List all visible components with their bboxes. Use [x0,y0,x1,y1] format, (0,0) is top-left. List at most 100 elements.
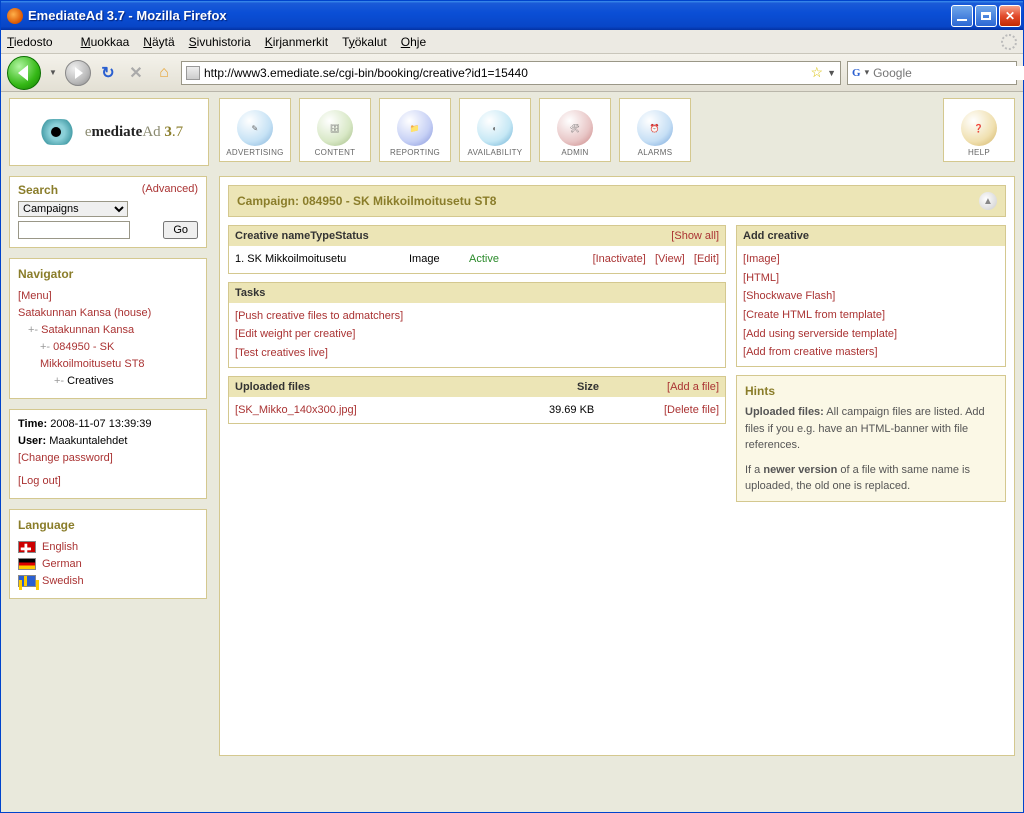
throbber-icon [1001,34,1017,50]
page-icon [186,66,200,80]
lang-german-link[interactable]: German [42,558,82,570]
forward-button[interactable] [65,60,91,86]
search-go-button[interactable]: Go [163,221,198,239]
add-image-link[interactable]: Image [746,253,777,265]
inactivate-link[interactable]: Inactivate [596,253,643,265]
col-size: Size [577,381,667,393]
reload-button[interactable]: ↻ [97,62,119,84]
help-icon: ❓ [961,110,997,146]
url-dropdown-icon[interactable]: ▼ [827,68,836,78]
window-minimize-button[interactable] [951,5,973,27]
back-dropdown[interactable]: ▼ [47,58,59,88]
file-row: [SK_Mikko_140x300.jpg] 39.69 KB [Delete … [235,401,719,420]
nav-reporting[interactable]: 📁REPORTING [379,98,451,162]
eye-icon [35,119,79,145]
add-file-link[interactable]: Add a file [670,381,716,393]
language-title: Language [18,516,198,535]
flag-uk-icon [18,541,36,553]
window-title: EmediateAd 3.7 - Mozilla Firefox [28,8,951,23]
col-type: Type [310,230,335,242]
file-size: 39.69 KB [549,401,639,420]
nav-help[interactable]: ❓HELP [943,98,1015,162]
advertising-icon: ✎ [237,110,273,146]
url-input[interactable] [204,66,807,80]
add-masters-link[interactable]: Add from creative masters [746,346,874,358]
window-maximize-button[interactable] [975,5,997,27]
task-test-link[interactable]: Test creatives live [238,347,325,359]
file-name-link[interactable]: SK_Mikko_140x300.jpg [238,404,354,416]
change-password-link[interactable]: Change password [21,452,110,464]
nav-alarms[interactable]: ⏰ALARMS [619,98,691,162]
add-template-link[interactable]: Create HTML from template [746,309,882,321]
admin-icon: 🛠 [557,110,593,146]
col-creative-name: Creative name [235,230,310,242]
creative-type: Image [409,250,469,269]
tasks-box: Tasks [Push creative files to admatchers… [228,282,726,368]
menu-file[interactable]: Tiedosto [7,35,67,49]
nav-availability[interactable]: ◐AVAILABILITY [459,98,531,162]
url-bar[interactable]: ☆ ▼ [181,61,841,85]
home-button[interactable]: ⌂ [153,62,175,84]
app-logo: emediateAd 3.7 [9,98,209,166]
menu-tools[interactable]: Työkalut [342,35,387,49]
task-push-link[interactable]: Push creative files to admatchers [238,310,400,322]
language-panel: Language English German Swedish [9,509,207,599]
nav-root-link[interactable]: Satakunnan Kansa (house) [18,307,151,319]
nav-menu-link[interactable]: Menu [21,290,49,302]
search-bar[interactable]: G▾ 🔍 [847,61,1017,85]
browser-menubar: Tiedosto Muokkaa Näytä Sivuhistoria Kirj… [1,30,1023,54]
reporting-icon: 📁 [397,110,433,146]
search-category-select[interactable]: Campaigns [18,201,128,217]
nav-content[interactable]: 🗄CONTENT [299,98,371,162]
uploaded-title: Uploaded files [235,381,577,393]
edit-link[interactable]: Edit [697,253,716,265]
add-creative-title: Add creative [743,230,809,242]
add-html-link[interactable]: HTML [746,272,776,284]
window-titlebar: EmediateAd 3.7 - Mozilla Firefox ✕ [1,1,1023,30]
scroll-up-icon[interactable]: ▲ [979,192,997,210]
logout-link[interactable]: Log out [21,475,58,487]
menu-view[interactable]: Näytä [143,35,174,49]
firefox-icon [7,8,23,24]
availability-icon: ◐ [477,110,513,146]
add-creative-box: Add creative [Image] [HTML] [Shockwave F… [736,225,1006,367]
stop-button[interactable]: ✕ [125,62,147,84]
campaign-titlebar: Campaign: 084950 - SK Mikkoilmoitusetu S… [228,185,1006,217]
alarms-icon: ⏰ [637,110,673,146]
task-weight-link[interactable]: Edit weight per creative [238,328,352,340]
hints-box: Hints Uploaded files: All campaign files… [736,375,1006,502]
back-button[interactable] [7,56,41,90]
browser-nav-toolbar: ▼ ↻ ✕ ⌂ ☆ ▼ G▾ 🔍 [1,54,1023,92]
search-panel: (Advanced) Search Campaigns Go [9,176,207,248]
view-link[interactable]: View [658,253,682,265]
google-icon[interactable]: G [852,67,861,79]
nav-advertising[interactable]: ✎ADVERTISING [219,98,291,162]
show-all-link[interactable]: Show all [674,230,716,242]
window-close-button[interactable]: ✕ [999,5,1021,27]
search-text-input[interactable] [18,221,130,239]
hints-title: Hints [745,382,997,400]
bookmark-star-icon[interactable]: ☆ [811,64,824,81]
lang-english-link[interactable]: English [42,541,78,553]
campaign-title: Campaign: 084950 - SK Mikkoilmoitusetu S… [237,194,979,208]
navigator-title: Navigator [18,265,198,284]
search-engine-dropdown[interactable]: ▾ [865,67,870,78]
menu-help[interactable]: Ohje [401,35,426,49]
advanced-link[interactable]: Advanced [145,183,194,195]
creatives-box: Creative name Type Status [Show all] 1. … [228,225,726,274]
nav-l1-link[interactable]: Satakunnan Kansa [41,324,134,336]
delete-file-link[interactable]: Delete file [667,404,716,416]
menu-bookmarks[interactable]: Kirjanmerkit [265,35,328,49]
menu-edit[interactable]: Muokkaa [81,35,130,49]
nav-admin[interactable]: 🛠ADMIN [539,98,611,162]
col-status: Status [335,230,369,242]
creative-row: 1. SK Mikkoilmoitusetu Image Active [Ina… [235,250,719,269]
menu-history[interactable]: Sivuhistoria [189,35,251,49]
nav-l2-link[interactable]: 084950 - SK Mikkoilmoitusetu ST8 [40,341,145,370]
add-serverside-link[interactable]: Add using serverside template [746,328,894,340]
search-input[interactable] [873,66,1024,80]
add-swf-link[interactable]: Shockwave Flash [746,290,832,302]
tasks-title: Tasks [235,287,265,299]
lang-swedish-link[interactable]: Swedish [42,575,84,587]
navigator-panel: Navigator [Menu] Satakunnan Kansa (house… [9,258,207,399]
